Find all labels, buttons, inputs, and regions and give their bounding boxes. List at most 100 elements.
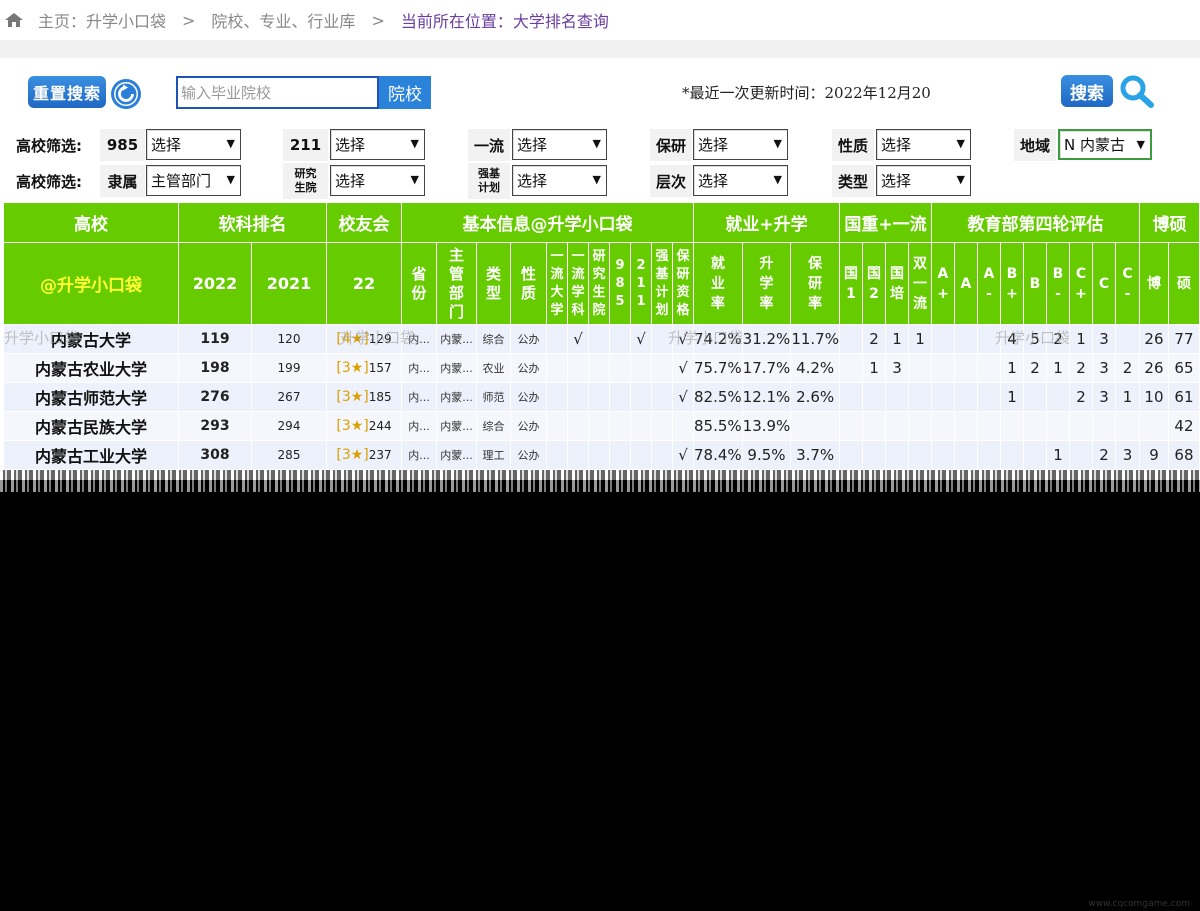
- cell-dept: 内蒙...: [436, 353, 477, 383]
- filter-nature-select[interactable]: 选择 ▼: [876, 129, 971, 160]
- table-row[interactable]: 内蒙古大学 119 120 [4★]129 内... 内蒙... 综合 公办 √ √ √ 74.2% 3…: [3, 324, 1200, 354]
- table-row[interactable]: 内蒙古师范大学 276 267 [3★]185 内... 内蒙... 师范 公办 √ 82.5% 1…: [3, 382, 1200, 412]
- cell-985: [609, 353, 631, 383]
- subheader-first-disc: 一流学科: [567, 242, 589, 325]
- table-row[interactable]: 内蒙古民族大学 293 294 [3★]244 内... 内蒙... 综合 公办 85.5% 13…: [3, 411, 1200, 441]
- subheader-master: 硕: [1167, 242, 1200, 325]
- star-rating: 3★: [341, 447, 364, 463]
- home-icon[interactable]: [4, 12, 24, 28]
- cell-rank-2022: 308: [178, 440, 252, 470]
- cell-school-name[interactable]: 内蒙古工业大学: [3, 440, 179, 470]
- filter-affiliation-select[interactable]: 主管部门 ▼: [146, 165, 241, 196]
- cell-nature: 公办: [510, 382, 547, 412]
- cell-grade: 3: [1091, 382, 1116, 412]
- dropdown-arrow-icon: ▼: [592, 137, 601, 150]
- cell-type: 农业: [476, 353, 511, 383]
- star-rating: 3★: [341, 360, 364, 376]
- dropdown-arrow-icon: ▼: [226, 173, 235, 186]
- filter-level-select[interactable]: 选择 ▼: [693, 165, 788, 196]
- cell-grade: [976, 411, 1001, 441]
- cell-985: [609, 324, 631, 354]
- cell-grade: [930, 440, 955, 470]
- filter-first-class-select[interactable]: 选择 ▼: [512, 129, 607, 160]
- cell-guo1: [838, 324, 863, 354]
- ranking-table-body: 内蒙古大学 119 120 [4★]129 内... 内蒙... 综合 公办 √ √ √ 74.2% 3…: [3, 324, 1200, 470]
- filter-region-select[interactable]: N 内蒙古 ▼: [1058, 129, 1152, 160]
- cell-nature: 公办: [510, 324, 547, 354]
- cell-grad-school: [588, 411, 610, 441]
- alumni-rank: 244: [368, 419, 392, 433]
- magnifier-icon[interactable]: [1118, 74, 1156, 110]
- dropdown-arrow-icon: ▼: [226, 137, 235, 150]
- cell-emp-rate: 75.7%: [693, 353, 743, 383]
- breadcrumb-separator: >: [182, 10, 196, 30]
- cell-school-name[interactable]: 内蒙古大学: [3, 324, 179, 354]
- cell-baoyan-rate: 3.7%: [790, 440, 840, 470]
- footer-url[interactable]: www.cqcomgame.com: [1088, 899, 1190, 909]
- refresh-icon[interactable]: [110, 78, 142, 110]
- alumni-rank: 185: [368, 390, 392, 404]
- table-row[interactable]: 内蒙古农业大学 198 199 [3★]157 内... 内蒙... 农业 公办 √ 75.7% 1…: [3, 353, 1200, 383]
- filter-baoyan-select[interactable]: 选择 ▼: [693, 129, 788, 160]
- cell-province: 内...: [401, 411, 437, 441]
- cell-grade: 2: [1114, 353, 1140, 383]
- filter-grad-school-label-line1: 研究: [294, 167, 317, 180]
- cell-school-name[interactable]: 内蒙古师范大学: [3, 382, 179, 412]
- subheader-guo2: 国2: [861, 242, 886, 325]
- header-soft-rank: 软科排名: [178, 202, 327, 243]
- subheader-alumni-22: 22: [326, 242, 402, 325]
- star-rating: 4★: [341, 331, 364, 347]
- cell-type: 综合: [476, 411, 511, 441]
- cell-grade: [1022, 382, 1047, 412]
- breadcrumb-library-link[interactable]: 院校、专业、行业库: [211, 8, 355, 32]
- search-button[interactable]: 搜索: [1061, 75, 1113, 107]
- filter-strong-base-select[interactable]: 选择 ▼: [512, 165, 607, 196]
- cell-emp-rate: 85.5%: [693, 411, 743, 441]
- cell-master: 61: [1167, 382, 1200, 412]
- cell-grad-school: [588, 324, 610, 354]
- subheader-province: 省份: [401, 242, 437, 325]
- subheader-emp-rate: 就业率: [693, 242, 743, 325]
- cell-strong: [651, 382, 673, 412]
- filter-211-select[interactable]: 选择 ▼: [330, 129, 425, 160]
- subheader-grade: C: [1091, 242, 1116, 325]
- cell-985: [609, 440, 631, 470]
- filter-985-select[interactable]: 选择 ▼: [146, 129, 241, 160]
- cell-rank-2022: 198: [178, 353, 252, 383]
- cell-baoyan-rate: 4.2%: [790, 353, 840, 383]
- cell-rank-2021: 294: [251, 411, 327, 441]
- cell-strong: [651, 440, 673, 470]
- cell-grade: 2: [1045, 324, 1070, 354]
- cell-grade: [976, 440, 1001, 470]
- filter-type-select[interactable]: 选择 ▼: [876, 165, 971, 196]
- select-value: 选择: [881, 172, 912, 190]
- dropdown-arrow-icon: ▼: [773, 137, 782, 150]
- subheader-2021: 2021: [251, 242, 327, 325]
- cell-phd: [1138, 411, 1169, 441]
- filter-strong-base-label-line2: 计划: [478, 181, 500, 194]
- breadcrumb-home-link[interactable]: 主页：升学小口袋: [38, 8, 166, 32]
- subheader-baoyan-qual: 保研资格: [672, 242, 694, 325]
- cell-adv-rate: 13.9%: [741, 411, 792, 441]
- cell-211: √: [630, 324, 652, 354]
- cell-grade: [999, 411, 1024, 441]
- cell-school-name[interactable]: 内蒙古民族大学: [3, 411, 179, 441]
- cell-school-name[interactable]: 内蒙古农业大学: [3, 353, 179, 383]
- school-search-input[interactable]: [176, 76, 379, 109]
- table-row[interactable]: 内蒙古工业大学 308 285 [3★]237 内... 内蒙... 理工 公办 √ 78.4% 9…: [3, 440, 1200, 470]
- cell-grade: [1022, 411, 1047, 441]
- filter-grad-school-select[interactable]: 选择 ▼: [330, 165, 425, 196]
- cell-grade: 1: [999, 353, 1024, 383]
- alumni-rank: 237: [368, 448, 392, 462]
- school-search-button[interactable]: 院校: [379, 76, 431, 109]
- dropdown-arrow-icon: ▼: [592, 173, 601, 186]
- cell-first-univ: [546, 324, 568, 354]
- reset-search-button[interactable]: 重置搜索: [28, 76, 106, 108]
- cell-guo1: [838, 382, 863, 412]
- cell-dept: 内蒙...: [436, 382, 477, 412]
- cell-guopei: [884, 411, 909, 441]
- filter-211-label: 211: [289, 136, 322, 154]
- cell-rank-2022: 293: [178, 411, 252, 441]
- cell-grade: [1045, 382, 1070, 412]
- cell-first-disc: √: [567, 324, 589, 354]
